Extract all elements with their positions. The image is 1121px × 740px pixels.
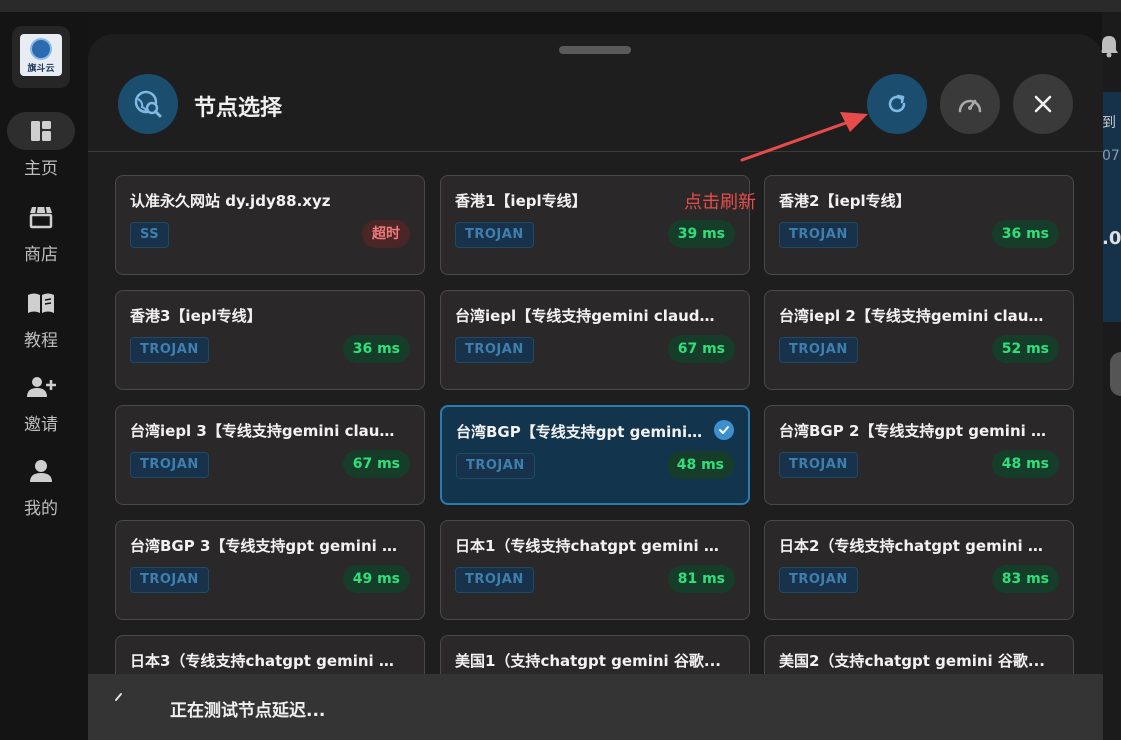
node-name: 日本2（专线支持chatgpt gemini c... [779, 537, 1047, 555]
node-name: 香港1【iepl专线】 [455, 192, 587, 210]
latency-badge: 48 ms [991, 450, 1059, 478]
node-name: 台湾iepl 2【专线支持gemini claud... [779, 307, 1047, 325]
book-icon [28, 293, 54, 313]
background-button [1110, 352, 1121, 396]
sidebar-item-tutorial[interactable]: 教程 [0, 284, 82, 351]
background-card: 到 07 .0 [1102, 92, 1121, 322]
node-name: 日本1（专线支持chatgpt gemini cl... [455, 537, 723, 555]
protocol-badge: SS [130, 222, 170, 248]
sidebar-item-me[interactable]: 我的 [0, 452, 82, 519]
protocol-badge: TROJAN [130, 452, 209, 478]
header-icon-wrap [118, 74, 178, 134]
node-name: 台湾BGP 2【专线支持gpt gemini c... [779, 422, 1047, 440]
refresh-button[interactable] [867, 74, 927, 134]
background-content: 到 07 .0 [1102, 12, 1121, 740]
node-card[interactable]: 香港3【iepl专线】 TROJAN 36 ms [115, 290, 425, 390]
protocol-badge: TROJAN [130, 337, 209, 363]
sidebar-item-store[interactable]: 商店 [0, 198, 82, 265]
node-card[interactable]: 香港2【iepl专线】 TROJAN 36 ms [764, 175, 1074, 275]
node-name: 台湾iepl 3【专线支持gemini claud... [130, 422, 398, 440]
refresh-annotation: 点击刷新 [684, 192, 756, 213]
header-divider [88, 151, 1103, 152]
latency-badge: 36 ms [342, 335, 410, 363]
node-name: 认准永久网站 dy.jdy88.xyz [130, 192, 331, 210]
node-card[interactable]: 台湾iepl【专线支持gemini claude】 TROJAN 67 ms [440, 290, 750, 390]
protocol-badge: TROJAN [130, 567, 209, 593]
latency-badge: 超时 [362, 220, 410, 248]
latency-badge: 36 ms [991, 220, 1059, 248]
drag-handle[interactable] [559, 46, 631, 54]
person-add-icon [27, 377, 56, 397]
background-text: 07 [1102, 148, 1120, 164]
person-icon [30, 460, 52, 482]
node-card[interactable]: 台湾iepl 3【专线支持gemini claud... TROJAN 67 m… [115, 405, 425, 505]
sidebar-item-invite[interactable]: 邀请 [0, 368, 82, 435]
logo-image: 旗斗云 [20, 34, 62, 76]
nav-pill-invite[interactable] [7, 368, 75, 406]
node-name: 台湾BGP【专线支持gpt gemini ... [456, 423, 706, 441]
store-icon [29, 206, 53, 229]
protocol-badge: TROJAN [779, 567, 858, 593]
close-button[interactable] [1013, 74, 1073, 134]
node-card[interactable]: 日本1（专线支持chatgpt gemini cl... TROJAN 81 m… [440, 520, 750, 620]
nav-pill-home[interactable] [7, 112, 75, 150]
protocol-badge: TROJAN [455, 567, 534, 593]
sidebar-item-label: 我的 [24, 499, 58, 519]
globe-icon [30, 38, 52, 60]
node-card[interactable]: 认准永久网站 dy.jdy88.xyz SS 超时 [115, 175, 425, 275]
close-icon [1034, 95, 1052, 113]
loading-spinner-icon [115, 693, 122, 701]
sidebar-item-home[interactable]: 主页 [0, 112, 82, 179]
node-name: 香港2【iepl专线】 [779, 192, 911, 210]
node-name: 台湾iepl【专线支持gemini claude】 [455, 307, 723, 325]
node-select-modal: 节点选择 认准永久网站 dy.jdy88.xyz SS 超时 香港1【iepl专… [88, 34, 1103, 740]
node-card[interactable]: 台湾iepl 2【专线支持gemini claud... TROJAN 52 m… [764, 290, 1074, 390]
toast-message: 正在测试节点延迟... [170, 701, 326, 721]
speedtest-button[interactable] [940, 74, 1000, 134]
node-name: 日本3（专线支持chatgpt gemini c... [130, 652, 398, 670]
logo-text: 旗斗云 [27, 64, 55, 74]
protocol-badge: TROJAN [779, 337, 858, 363]
protocol-badge: TROJAN [456, 453, 535, 479]
node-name: 美国2（支持chatgpt gemini 谷歌... [779, 652, 1045, 670]
top-bar [0, 0, 1121, 12]
status-toast: 正在测试节点延迟... [88, 674, 1103, 740]
protocol-badge: TROJAN [779, 222, 858, 248]
node-card-selected[interactable]: 台湾BGP【专线支持gpt gemini ... TROJAN 48 ms [440, 405, 750, 505]
nav-pill-store[interactable] [7, 198, 75, 236]
latency-badge: 48 ms [666, 451, 734, 479]
nav-pill-me[interactable] [7, 452, 75, 490]
nav-pill-tutorial[interactable] [7, 284, 75, 322]
sidebar-item-label: 教程 [24, 331, 58, 351]
sidebar: 旗斗云 主页 商店 教程 邀请 我的 [0, 12, 88, 740]
protocol-badge: TROJAN [455, 222, 534, 248]
speedometer-icon [958, 99, 982, 113]
app-logo[interactable]: 旗斗云 [12, 26, 70, 88]
modal-title: 节点选择 [194, 96, 283, 121]
sidebar-item-label: 商店 [24, 245, 58, 265]
latency-badge: 83 ms [991, 565, 1059, 593]
protocol-badge: TROJAN [455, 337, 534, 363]
node-card[interactable]: 日本2（专线支持chatgpt gemini c... TROJAN 83 ms [764, 520, 1074, 620]
latency-badge: 39 ms [667, 220, 735, 248]
background-text: 到 [1102, 115, 1116, 131]
latency-badge: 67 ms [342, 450, 410, 478]
dashboard-icon [31, 121, 51, 141]
check-icon [714, 420, 734, 440]
node-name: 台湾BGP 3【专线支持gpt gemini c... [130, 537, 398, 555]
refresh-icon [888, 94, 906, 113]
latency-badge: 81 ms [667, 565, 735, 593]
protocol-badge: TROJAN [779, 452, 858, 478]
node-name: 香港3【iepl专线】 [130, 307, 262, 325]
node-card[interactable]: 台湾BGP 3【专线支持gpt gemini c... TROJAN 49 ms [115, 520, 425, 620]
sidebar-item-label: 主页 [24, 159, 58, 179]
sidebar-item-label: 邀请 [24, 415, 58, 435]
latency-badge: 49 ms [342, 565, 410, 593]
latency-badge: 67 ms [667, 335, 735, 363]
background-text: .0 [1102, 228, 1121, 249]
globe-search-icon [134, 90, 162, 118]
node-card[interactable]: 台湾BGP 2【专线支持gpt gemini c... TROJAN 48 ms [764, 405, 1074, 505]
node-name: 美国1（支持chatgpt gemini 谷歌... [455, 652, 721, 670]
latency-badge: 52 ms [991, 335, 1059, 363]
